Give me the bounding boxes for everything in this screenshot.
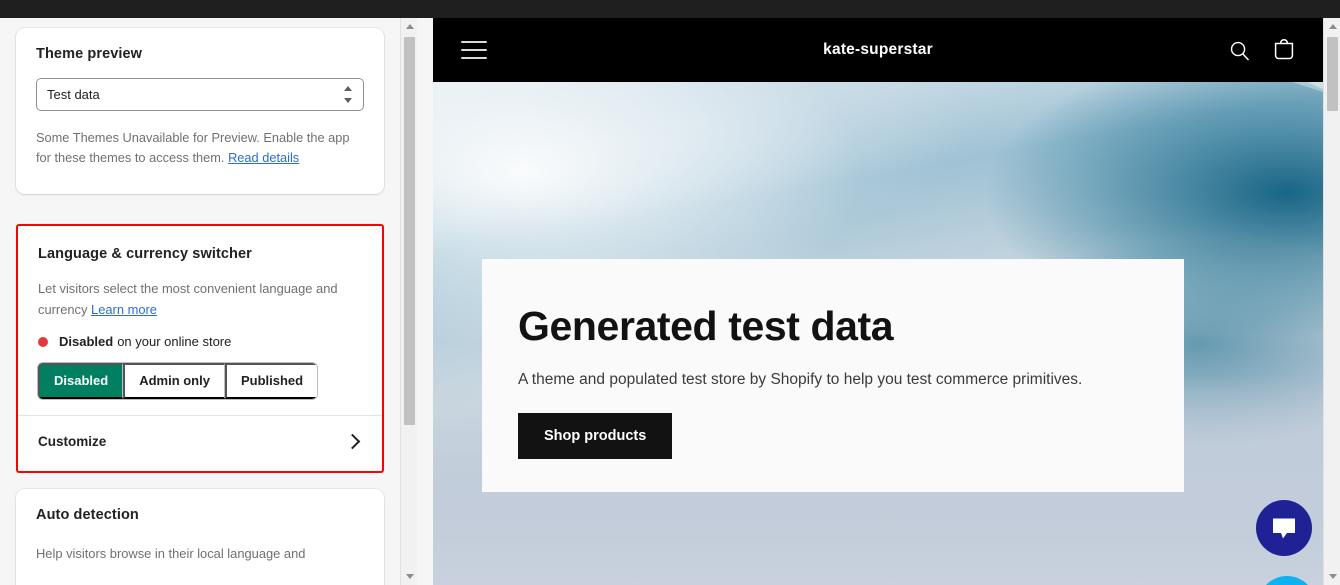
auto-detection-card: Auto detection Help visitors browse in t…	[16, 489, 384, 585]
status-scope-label: on your online store	[117, 334, 232, 349]
hamburger-menu-icon[interactable]	[461, 35, 487, 65]
chat-widget-button[interactable]	[1256, 500, 1312, 556]
auto-detection-description: Help visitors browse in their local lang…	[36, 546, 306, 561]
app-root: Theme preview Test data Some Themes Unav…	[0, 0, 1340, 585]
theme-preview-title: Theme preview	[36, 46, 143, 62]
chevron-right-icon	[344, 433, 361, 450]
segment-published[interactable]: Published	[224, 363, 318, 399]
segment-disabled[interactable]: Disabled	[38, 363, 124, 399]
status-state-label: Disabled	[59, 334, 114, 349]
storefront-preview: kate-superstar Generated test data A the…	[433, 18, 1323, 585]
switcher-status-badge: Disabled on your online store	[38, 334, 362, 349]
storefront-header: kate-superstar	[433, 18, 1323, 82]
scroll-up-arrow-icon[interactable]	[1324, 18, 1340, 35]
hero-section: Generated test data A theme and populate…	[433, 82, 1323, 585]
admin-pane-scrollbar[interactable]	[400, 18, 417, 585]
customize-label: Customize	[38, 434, 107, 449]
preview-scrollbar-thumb[interactable]	[1327, 37, 1338, 111]
store-name: kate-superstar	[823, 41, 933, 58]
shop-products-button[interactable]: Shop products	[518, 413, 673, 459]
theme-preview-select[interactable]: Test data	[36, 78, 364, 111]
chat-bubble-icon	[1273, 518, 1295, 539]
switcher-description-text: Let visitors select the most convenient …	[38, 281, 338, 317]
switcher-title: Language & currency switcher	[38, 246, 252, 262]
read-details-link[interactable]: Read details	[228, 150, 299, 165]
browser-chrome-bar	[0, 0, 1340, 18]
publish-state-segmented-control: Disabled Admin only Published	[38, 363, 318, 399]
language-currency-switcher-card: Language & currency switcher Let visitor…	[16, 224, 384, 473]
switcher-description: Let visitors select the most convenient …	[38, 278, 362, 320]
customize-row[interactable]: Customize	[18, 415, 382, 467]
learn-more-link[interactable]: Learn more	[91, 302, 157, 317]
segment-admin-only[interactable]: Admin only	[123, 363, 225, 399]
search-icon[interactable]	[1228, 39, 1251, 62]
storefront-header-actions	[1228, 38, 1295, 62]
shopping-bag-icon[interactable]	[1273, 38, 1295, 62]
auto-detection-title: Auto detection	[36, 507, 139, 523]
hero-content-card: Generated test data A theme and populate…	[482, 259, 1184, 492]
scroll-up-arrow-icon[interactable]	[401, 18, 418, 35]
scroll-down-arrow-icon[interactable]	[401, 568, 418, 585]
theme-preview-helper-text: Some Themes Unavailable for Preview. Ena…	[36, 130, 350, 165]
theme-preview-helper: Some Themes Unavailable for Preview. Ena…	[36, 128, 364, 168]
scroll-down-arrow-icon[interactable]	[1324, 568, 1340, 585]
hero-subtitle: A theme and populated test store by Shop…	[518, 371, 1083, 388]
theme-preview-select-wrap: Test data	[36, 78, 364, 111]
switcher-card-body: Language & currency switcher Let visitor…	[18, 226, 382, 415]
theme-preview-card: Theme preview Test data Some Themes Unav…	[16, 28, 384, 194]
status-dot-icon	[38, 336, 48, 347]
admin-scrollbar-thumb[interactable]	[404, 37, 415, 425]
hero-title: Generated test data	[518, 303, 894, 349]
admin-settings-pane: Theme preview Test data Some Themes Unav…	[0, 18, 418, 585]
storefront-preview-scrollbar[interactable]	[1323, 18, 1340, 585]
